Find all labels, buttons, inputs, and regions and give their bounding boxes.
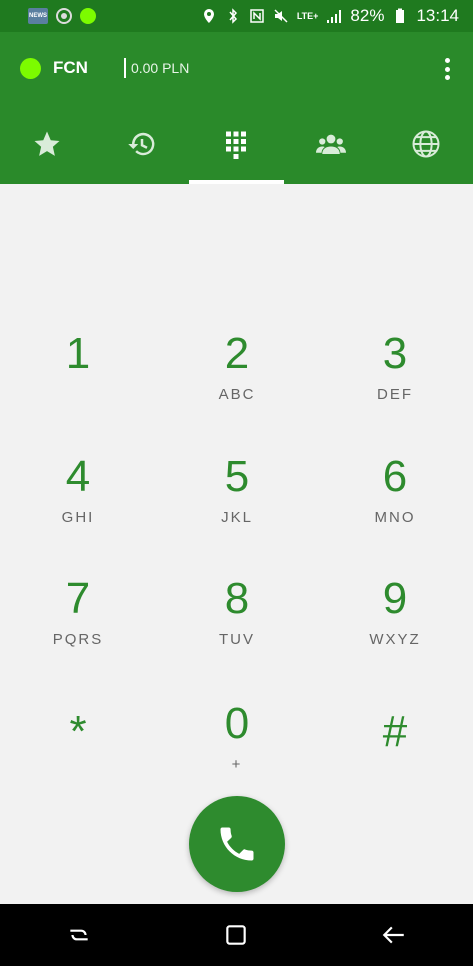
balance-divider: [123, 58, 126, 78]
back-button[interactable]: [374, 915, 414, 955]
key-letters: TUV: [219, 631, 255, 648]
key-9[interactable]: 9 WXYZ: [335, 575, 455, 665]
key-7[interactable]: 7 PQRS: [18, 575, 138, 665]
app-status-dot-icon: [80, 8, 96, 24]
recents-icon: [70, 929, 88, 941]
key-letters: +: [231, 756, 243, 773]
battery-percent: 82%: [350, 6, 385, 25]
mute-icon: [274, 9, 288, 23]
key-letters: ABC: [218, 386, 256, 403]
recents-button[interactable]: [59, 915, 99, 955]
key-hash[interactable]: #: [335, 700, 455, 790]
key-letters: MNO: [374, 509, 416, 526]
history-icon: [128, 132, 155, 156]
key-8[interactable]: 8 TUV: [177, 575, 297, 665]
key-2[interactable]: 2 ABC: [177, 330, 297, 420]
sync-icon: [56, 8, 72, 24]
key-letters: DEF: [377, 386, 413, 403]
key-letters: PQRS: [52, 631, 104, 648]
battery-icon: [396, 8, 405, 23]
dialpad-row: 7 PQRS 8 TUV 9 WXYZ: [0, 575, 473, 665]
key-star[interactable]: *: [18, 700, 138, 790]
overflow-menu-button[interactable]: [443, 58, 451, 80]
account-balance: 0.00 PLN: [130, 60, 190, 76]
key-digit: 5: [224, 452, 250, 501]
system-nav-bar: [0, 904, 473, 966]
home-button[interactable]: [216, 915, 256, 955]
tab-web[interactable]: [378, 104, 473, 184]
call-button[interactable]: [189, 796, 285, 892]
signal-icon: [327, 10, 342, 23]
key-digit: 9: [382, 574, 408, 623]
contacts-icon: [316, 134, 347, 154]
key-digit: *: [69, 707, 87, 756]
tab-history[interactable]: [95, 104, 190, 184]
network-type: LTE+: [296, 11, 319, 21]
key-digit: 6: [382, 452, 408, 501]
key-0[interactable]: 0 +: [177, 700, 297, 790]
tab-favorites[interactable]: [0, 104, 95, 184]
globe-icon: [412, 130, 440, 158]
menu-dot: [444, 75, 450, 80]
key-letters: GHI: [61, 509, 95, 526]
app-bar: FCN 0.00 PLN: [0, 32, 473, 104]
key-digit: 4: [65, 452, 91, 501]
menu-dot: [444, 58, 450, 63]
presence-indicator[interactable]: [20, 57, 41, 79]
key-letters: WXYZ: [369, 631, 421, 648]
key-digit: 2: [224, 329, 250, 378]
tab-dialpad[interactable]: [189, 104, 284, 184]
back-icon: [382, 926, 404, 944]
key-letters: JKL: [221, 509, 253, 526]
key-digit: 8: [224, 574, 250, 623]
status-bar: NEWS LTE+ 82% 13:14: [0, 0, 473, 32]
key-1[interactable]: 1: [18, 330, 138, 420]
screen: NEWS LTE+ 82% 13:14 FCN 0.00 PLN 1 2 ABC…: [0, 0, 473, 966]
key-digit: 1: [65, 329, 91, 378]
star-icon: [34, 131, 60, 156]
location-icon: [203, 9, 214, 23]
key-5[interactable]: 5 JKL: [177, 453, 297, 543]
tab-contacts[interactable]: [284, 104, 379, 184]
clock: 13:14: [416, 6, 459, 25]
phone-icon: [220, 827, 254, 861]
key-digit: 3: [382, 329, 408, 378]
key-3[interactable]: 3 DEF: [335, 330, 455, 420]
key-digit: 7: [65, 574, 91, 623]
tab-bar: [0, 104, 473, 184]
menu-dot: [444, 66, 450, 72]
dialpad-row: 4 GHI 5 JKL 6 MNO: [0, 453, 473, 543]
account-name[interactable]: FCN: [53, 58, 88, 78]
key-4[interactable]: 4 GHI: [18, 453, 138, 543]
key-6[interactable]: 6 MNO: [335, 453, 455, 543]
nfc-icon: [250, 9, 264, 23]
bluetooth-icon: [229, 8, 237, 24]
dialpad-icon: [226, 131, 247, 159]
home-icon: [226, 925, 247, 945]
key-digit: 0: [224, 699, 250, 748]
key-digit: #: [382, 707, 408, 756]
dialpad-row: * 0 + #: [0, 700, 473, 790]
news-app-icon: NEWS: [28, 8, 48, 24]
dialpad-row: 1 2 ABC 3 DEF: [0, 330, 473, 420]
